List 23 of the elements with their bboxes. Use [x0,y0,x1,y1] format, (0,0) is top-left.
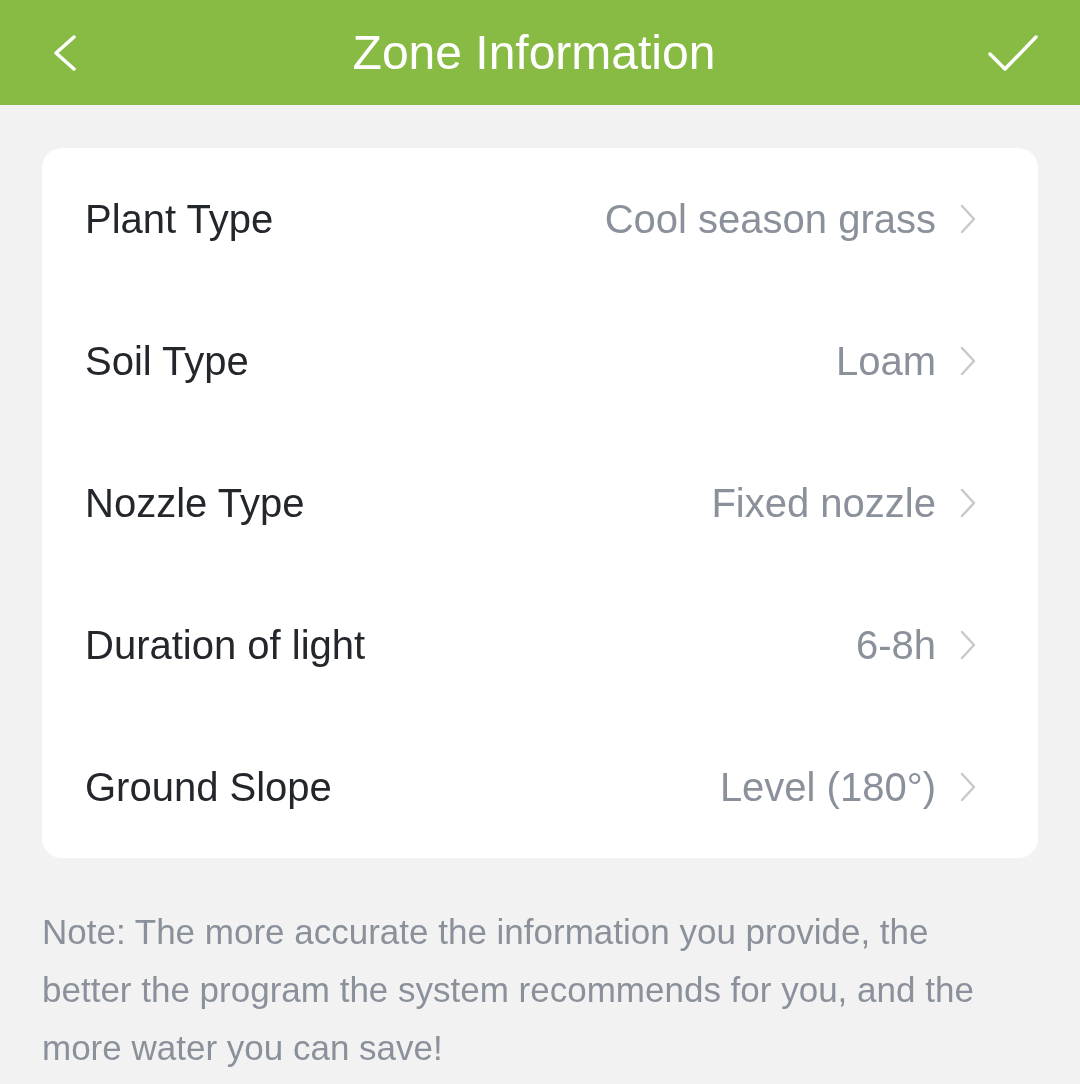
settings-row[interactable]: Ground Slope Level (180°) [42,716,1038,858]
chevron-right-icon [960,630,976,660]
settings-row[interactable]: Soil Type Loam [42,290,1038,432]
row-value: 6-8h [855,622,936,669]
row-value: Level (180°) [719,764,936,811]
note-text: Note: The more accurate the information you provide, the better the program the system recommends for you, and the more water you can save! [42,911,975,1069]
row-label: Plant Type [85,196,274,243]
row-label: Ground Slope [85,764,332,811]
chevron-right-icon [960,346,976,376]
settings-row[interactable]: Nozzle Type Fixed nozzle [42,432,1038,574]
row-value: Loam [835,338,936,385]
chevron-right-icon [960,204,976,234]
chevron-right-icon [960,488,976,518]
row-value: Cool season grass [604,196,936,243]
row-label: Nozzle Type [85,480,305,527]
row-label: Soil Type [85,338,249,385]
row-label: Duration of light [85,622,366,669]
window-title: Zone Information [352,28,716,77]
settings-row[interactable]: Plant Type Cool season grass [42,148,1038,290]
checkmark-icon[interactable] [988,33,1038,72]
row-value: Fixed nozzle [711,480,936,527]
settings-row[interactable]: Duration of light 6-8h [42,574,1038,716]
chevron-right-icon [960,772,976,802]
